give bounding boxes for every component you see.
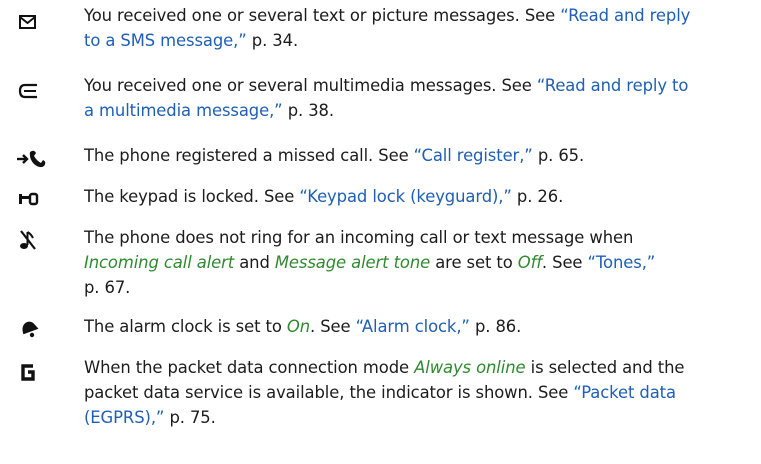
silent-mode-icon (16, 228, 42, 250)
description-text: The keypad is locked. See (84, 187, 300, 206)
indicator-description: The keypad is locked. See “Keypad lock (… (84, 184, 756, 209)
page-reference: p. 34. (246, 31, 299, 50)
setting-name: Incoming call alert (84, 253, 235, 272)
setting-name: Message alert tone (274, 253, 431, 272)
cross-reference-link[interactable]: (EGPRS),” (84, 408, 164, 427)
description-line: The phone registered a missed call. See … (84, 143, 756, 168)
cross-reference-link[interactable]: “Read and reply (560, 6, 690, 25)
indicator-description: The phone registered a missed call. See … (84, 143, 756, 168)
description-line: p. 67. (84, 275, 756, 300)
key-lock-icon (16, 188, 42, 210)
setting-value: On (286, 317, 310, 336)
setting-value: Always online (414, 358, 526, 377)
description-line: (EGPRS),” p. 75. (84, 405, 756, 430)
alarm-bell-icon (16, 318, 42, 340)
description-line: When the packet data connection mode Alw… (84, 355, 756, 380)
description-text: . See (310, 317, 356, 336)
description-text: You received one or several text or pict… (84, 6, 561, 25)
indicator-description: You received one or several text or pict… (84, 3, 756, 53)
envelope-icon (16, 11, 42, 33)
description-line: Incoming call alert and Message alert to… (84, 250, 756, 275)
cross-reference-link[interactable]: “Read and reply to (537, 76, 689, 95)
description-line: a multimedia message,” p. 38. (84, 98, 756, 123)
multimedia-message-icon (16, 80, 42, 102)
page-reference: p. 65. (532, 146, 585, 165)
description-text: The phone does not ring for an incoming … (84, 228, 634, 247)
cross-reference-link[interactable]: “Tones,” (588, 253, 656, 272)
description-line: The alarm clock is set to On. See “Alarm… (84, 314, 756, 339)
indicator-description: The phone does not ring for an incoming … (84, 225, 756, 300)
cross-reference-link[interactable]: “Keypad lock (keyguard),” (299, 187, 512, 206)
cross-reference-link[interactable]: “Alarm clock,” (356, 317, 470, 336)
description-line: The phone does not ring for an incoming … (84, 225, 756, 250)
missed-call-icon (16, 147, 46, 169)
indicator-description: You received one or several multimedia m… (84, 73, 756, 123)
cross-reference-link[interactable]: a multimedia message,” (84, 101, 283, 120)
description-text: The alarm clock is set to (84, 317, 287, 336)
indicator-description: When the packet data connection mode Alw… (84, 355, 756, 430)
description-text: packet data service is available, the in… (84, 383, 574, 402)
description-line: to a SMS message,” p. 34. (84, 28, 756, 53)
description-line: You received one or several multimedia m… (84, 73, 756, 98)
description-text: You received one or several multimedia m… (84, 76, 537, 95)
page-reference: p. 26. (511, 187, 564, 206)
indicator-description: The alarm clock is set to On. See “Alarm… (84, 314, 756, 339)
page-reference: p. 38. (282, 101, 334, 120)
cross-reference-link[interactable]: “Call register,” (414, 146, 533, 165)
description-text: When the packet data connection mode (84, 358, 415, 377)
description-text: are set to (430, 253, 518, 272)
description-text: The phone registered a missed call. See (84, 146, 414, 165)
cross-reference-link[interactable]: to a SMS message,” (84, 31, 247, 50)
description-line: You received one or several text or pict… (84, 3, 756, 28)
description-text: is selected and the (525, 358, 685, 377)
description-text: and (234, 253, 275, 272)
description-line: The keypad is locked. See “Keypad lock (… (84, 184, 756, 209)
cross-reference-link[interactable]: “Packet data (573, 383, 676, 402)
page-reference: p. 75. (164, 408, 216, 427)
page-reference: p. 86. (469, 317, 522, 336)
description-text: . See (541, 253, 588, 272)
setting-value: Off (517, 253, 542, 272)
packet-data-icon (16, 360, 42, 382)
page-reference: p. 67. (84, 278, 131, 297)
description-line: packet data service is available, the in… (84, 380, 756, 405)
manual-page: You received one or several text or pict… (0, 0, 761, 464)
